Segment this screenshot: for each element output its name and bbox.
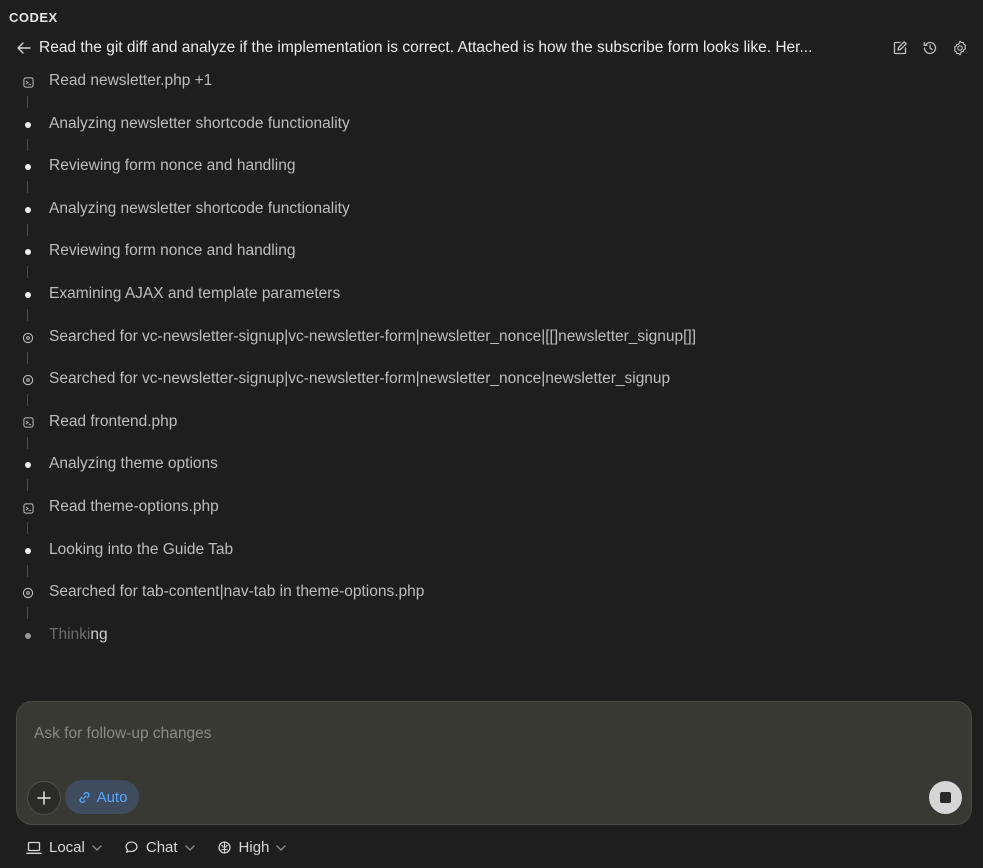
bullet-dot-icon [20, 244, 36, 260]
composer: Auto [16, 701, 972, 825]
terminal-file-icon [20, 74, 36, 90]
thinking-status: Thinking [0, 624, 960, 648]
terminal-file-icon [20, 500, 36, 516]
timeline-step: Examining AJAX and template parameters [0, 283, 960, 307]
timeline-connector [27, 351, 28, 364]
timeline-step[interactable]: Read theme-options.php [0, 496, 960, 520]
timeline-step[interactable]: Read frontend.php [0, 411, 960, 435]
timeline-step[interactable]: Read newsletter.php +1 [0, 70, 960, 94]
back-arrow-icon[interactable] [14, 37, 34, 59]
thread-header: Read the git diff and analyze if the imp… [14, 36, 974, 60]
location-selector[interactable]: Local [26, 839, 102, 856]
auto-mode-chip[interactable]: Auto [65, 780, 139, 814]
bullet-dot-icon [20, 159, 36, 175]
timeline-step-label: Searched for vc-newsletter-signup|vc-new… [49, 327, 697, 345]
timeline-step-label: Examining AJAX and template parameters [49, 285, 341, 302]
timeline-connector [27, 266, 28, 279]
plus-icon [37, 791, 51, 805]
add-attachment-button[interactable] [27, 781, 61, 815]
timeline-step-label: Searched for tab-content|nav-tab in them… [49, 583, 425, 601]
bullet-dot-icon [20, 628, 36, 644]
timeline-step: Looking into the Guide Tab [0, 539, 960, 563]
timeline-step-label: Analyzing theme options [49, 455, 218, 473]
auto-mode-label: Auto [96, 788, 128, 806]
timeline-connector [27, 394, 28, 407]
timeline-step[interactable]: Searched for vc-newsletter-signup|vc-new… [0, 368, 960, 392]
timeline-connector [27, 309, 28, 321]
timeline-step-label: Searched for vc-newsletter-signup|vc-new… [49, 370, 671, 388]
timeline-step: Reviewing form nonce and handling [0, 155, 960, 179]
follow-up-input[interactable] [32, 724, 936, 744]
timeline-connector [27, 436, 28, 449]
effort-label: High [238, 839, 270, 856]
timeline-step-label: Reviewing form nonce and handling [49, 157, 296, 175]
timeline-connector [27, 223, 28, 236]
bullet-dot-icon [20, 543, 36, 559]
timeline-step: Analyzing newsletter shortcode functiona… [0, 198, 960, 222]
timeline-step-label: Reviewing form nonce and handling [49, 242, 296, 260]
new-chat-edit-icon[interactable] [890, 38, 910, 58]
activity-timeline: Read newsletter.php +1 Analyzing newslett… [0, 60, 983, 690]
timeline-step: Analyzing theme options [0, 453, 960, 477]
app-name: CODEX [9, 10, 58, 25]
timeline-connector [27, 96, 28, 108]
auto-link-icon [79, 791, 90, 803]
timeline-connector [27, 181, 28, 194]
search-icon [20, 330, 36, 346]
chevron-down-icon [92, 844, 102, 851]
thread-title: Read the git diff and analyze if the imp… [39, 39, 813, 56]
chevron-down-icon [276, 844, 287, 851]
timeline-connector [27, 138, 28, 151]
timeline-step-label: Analyzing newsletter shortcode functiona… [49, 114, 350, 132]
stop-icon [940, 792, 951, 803]
history-icon[interactable] [920, 38, 940, 58]
timeline-step-label: Analyzing newsletter shortcode functiona… [49, 199, 350, 217]
chevron-down-icon [184, 844, 195, 851]
timeline-connector [27, 564, 28, 577]
search-icon [20, 585, 36, 601]
laptop-icon [26, 841, 42, 854]
bullet-dot-icon [20, 117, 36, 133]
timeline-step[interactable]: Searched for tab-content|nav-tab in them… [0, 581, 960, 605]
bullet-dot-icon [20, 202, 36, 218]
location-label: Local [49, 839, 85, 856]
thinking-text-dim: Thinki [49, 625, 91, 643]
mode-selector[interactable]: Chat [124, 839, 195, 856]
bullet-dot-icon [20, 457, 36, 473]
timeline-step: Analyzing newsletter shortcode functiona… [0, 113, 960, 137]
terminal-file-icon [20, 415, 36, 431]
brain-icon [217, 841, 231, 854]
timeline-step-label: Read newsletter.php +1 [49, 72, 213, 89]
mode-label: Chat [145, 839, 178, 856]
stop-button[interactable] [929, 781, 962, 814]
chat-bubble-icon [125, 841, 138, 853]
timeline-connector [27, 522, 28, 534]
timeline-connector [27, 479, 28, 492]
effort-selector[interactable]: High [217, 839, 287, 856]
timeline-step[interactable]: Searched for vc-newsletter-signup|vc-new… [0, 326, 960, 350]
timeline-step-label: Read frontend.php [49, 412, 178, 430]
thinking-label: Thinking [49, 626, 108, 644]
header-actions [890, 38, 970, 58]
timeline-connector [27, 607, 28, 620]
timeline-step-label: Read theme-options.php [49, 498, 219, 515]
thinking-text-bright: ng [90, 625, 108, 643]
composer-footer: Local Chat High [26, 839, 287, 856]
timeline-step: Reviewing form nonce and handling [0, 240, 960, 264]
search-icon [20, 372, 36, 388]
settings-gear-icon[interactable] [950, 38, 970, 58]
bullet-dot-icon [20, 287, 36, 303]
timeline-step-label: Looking into the Guide Tab [49, 540, 234, 558]
